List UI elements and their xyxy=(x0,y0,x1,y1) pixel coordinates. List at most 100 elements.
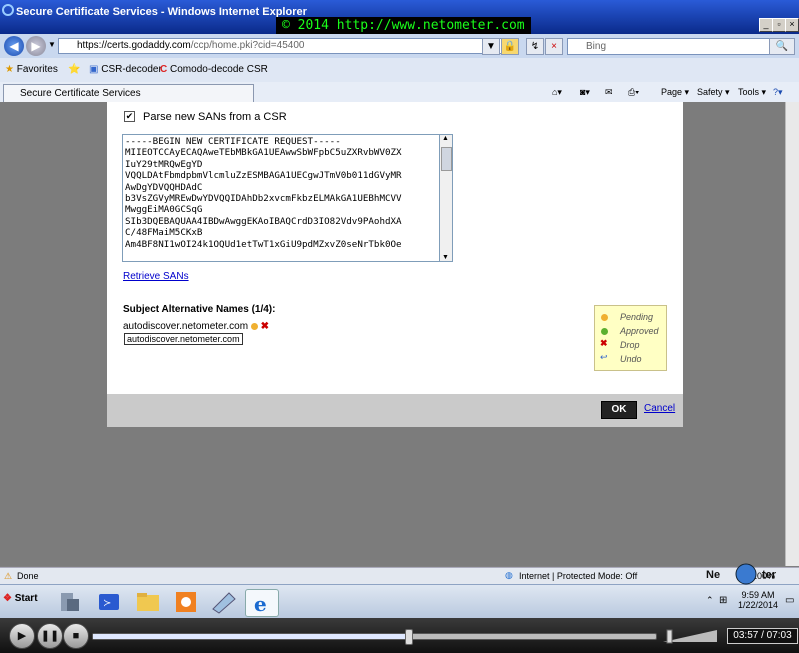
pause-button[interactable]: ❚❚ xyxy=(37,623,63,649)
undo-icon: ↩ xyxy=(600,352,608,362)
search-button[interactable]: 🔍 xyxy=(769,38,795,55)
favorite-comodo[interactable]: C Comodo-decode CSR xyxy=(160,64,268,75)
tab-row: Secure Certificate Services ⌂▾ ◙▾ ✉ ⎙▾ P… xyxy=(0,82,799,103)
favorite-csr-decoder[interactable]: ▣ CSR-decoder xyxy=(89,64,162,75)
forward-button[interactable]: ▶ xyxy=(26,36,46,56)
windows-logo-icon: ❖ xyxy=(3,593,12,604)
address-bar-row: ◀ ▶ ▼ https://certs.godaddy.com/ccp/home… xyxy=(0,34,799,58)
ie-logo-icon xyxy=(2,4,14,16)
taskbar: ❖ Start ≻ e ⌃ ⊞ 9:59 AM 1/22/2014 ▭ xyxy=(0,584,799,619)
favorites-bar: ★ Favorites ⭐ ▣ CSR-decoder C Comodo-dec… xyxy=(0,58,799,83)
retrieve-sans-link[interactable]: Retrieve SANs xyxy=(123,271,189,282)
svg-text:e: e xyxy=(254,592,267,616)
url-prefix: https://certs. xyxy=(77,40,132,51)
show-desktop-icon[interactable]: ▭ xyxy=(785,595,794,606)
add-favorite-icon[interactable]: ⭐ xyxy=(68,64,80,75)
home-icon[interactable]: ⌂▾ xyxy=(552,87,562,98)
play-button[interactable]: ▶ xyxy=(9,623,35,649)
seek-fill xyxy=(93,634,409,639)
status-legend: Pending Approved ✖ Drop ↩ Undo xyxy=(594,305,667,371)
close-window-button[interactable]: × xyxy=(785,18,799,32)
help-icon[interactable]: ?▾ xyxy=(773,87,783,98)
dialog-footer xyxy=(107,394,683,427)
tools-menu[interactable]: Tools ▾ xyxy=(738,87,766,98)
clock-date: 1/22/2014 xyxy=(737,600,779,610)
legend-undo: Undo xyxy=(620,354,642,364)
safety-menu[interactable]: Safety ▾ xyxy=(697,87,730,98)
restore-button[interactable]: ▫ xyxy=(772,18,786,32)
parse-csr-label: Parse new SANs from a CSR xyxy=(143,111,287,123)
pending-icon[interactable] xyxy=(250,322,258,330)
tab-secure-certificate-services[interactable]: Secure Certificate Services xyxy=(3,84,254,102)
svg-text:≻: ≻ xyxy=(103,598,111,609)
pending-icon xyxy=(601,314,608,321)
page-menu[interactable]: Page ▾ xyxy=(661,87,689,98)
mail-icon[interactable]: ✉ xyxy=(605,87,613,98)
internet-explorer-taskbar-icon[interactable]: e xyxy=(245,589,279,617)
url-path: /ccp/home.pki?cid=45400 xyxy=(190,40,305,51)
explorer-icon[interactable] xyxy=(132,589,164,615)
seek-bar[interactable] xyxy=(92,629,657,645)
stop-icon[interactable]: × xyxy=(545,38,563,55)
url-domain: godaddy.com xyxy=(131,40,191,51)
tray-expand-icon[interactable]: ⌃ xyxy=(706,595,714,606)
minimize-button[interactable]: _ xyxy=(759,18,773,32)
page-icon: ▣ xyxy=(89,64,99,75)
favorite-label: Comodo-decode CSR xyxy=(170,64,268,75)
powershell-icon[interactable]: ≻ xyxy=(93,589,125,615)
svg-text:ter: ter xyxy=(762,569,777,581)
compatibility-view-icon[interactable]: ↯ xyxy=(526,38,544,55)
ok-button[interactable]: OK xyxy=(601,401,637,419)
volume-slider[interactable] xyxy=(663,628,719,647)
netometer-logo: Ne ter xyxy=(706,560,786,591)
approved-icon xyxy=(601,328,608,335)
search-input[interactable]: Bing xyxy=(567,38,784,55)
back-button[interactable]: ◀ xyxy=(4,36,24,56)
address-dropdown-button[interactable]: ▼ xyxy=(482,38,500,55)
drop-icon[interactable]: ✖ xyxy=(261,321,269,332)
print-icon[interactable]: ⎙▾ xyxy=(628,87,639,98)
seek-handle[interactable] xyxy=(405,629,414,645)
drop-icon: ✖ xyxy=(600,338,608,348)
page-scrollbar[interactable] xyxy=(785,102,799,566)
status-bar: ⚠ Done ◍ Internet | Protected Mode: Off … xyxy=(0,567,799,585)
start-button[interactable]: ❖ Start xyxy=(3,593,38,604)
status-text: Done xyxy=(17,571,39,581)
legend-approved: Approved xyxy=(620,326,659,336)
svg-text:Ne: Ne xyxy=(706,569,720,581)
csr-scrollbar[interactable]: ▲ ▼ xyxy=(439,134,453,262)
time-display: 03:57 / 07:03 xyxy=(727,628,798,644)
stop-button[interactable]: ■ xyxy=(63,623,89,649)
legend-pending: Pending xyxy=(620,312,654,322)
csr-textarea[interactable]: -----BEGIN NEW CERTIFICATE REQUEST----- … xyxy=(122,134,444,262)
start-label: Start xyxy=(14,593,38,604)
legend-drop: Drop xyxy=(620,340,640,350)
document-icon[interactable] xyxy=(207,589,239,615)
san-entry: autodiscover.netometer.com ✖ xyxy=(123,321,269,332)
network-icon[interactable]: ⊞ xyxy=(719,595,727,606)
favorites-label: Favorites xyxy=(16,64,58,75)
app-icon[interactable] xyxy=(170,589,202,615)
window-title: Secure Certificate Services - Windows In… xyxy=(16,6,307,18)
clock[interactable]: 9:59 AM 1/22/2014 xyxy=(735,590,781,610)
san-entry-text: autodiscover.netometer.com xyxy=(123,321,249,332)
zone-text: Internet | Protected Mode: Off xyxy=(519,571,638,581)
clock-time: 9:59 AM xyxy=(741,590,775,600)
favorite-label: CSR-decoder xyxy=(101,64,162,75)
parse-csr-checkbox[interactable]: ✔ xyxy=(124,111,135,122)
server-manager-icon[interactable] xyxy=(53,589,85,615)
san-title: Subject Alternative Names (1/4): xyxy=(123,304,276,315)
cancel-link[interactable]: Cancel xyxy=(644,403,675,414)
san-tooltip: autodiscover.netometer.com xyxy=(124,333,243,345)
comodo-icon: C xyxy=(160,64,168,75)
history-dropdown-icon[interactable]: ▼ xyxy=(48,40,56,49)
warning-icon: ⚠ xyxy=(4,571,13,581)
watermark: © 2014 http://www.netometer.com xyxy=(276,17,531,34)
lock-icon[interactable]: 🔒 xyxy=(501,38,519,55)
favorites-button[interactable]: ★ Favorites xyxy=(5,64,58,75)
video-player-controls: ▶ ❚❚ ■ 03:57 / 07:03 xyxy=(0,618,799,653)
address-field[interactable]: https://certs.godaddy.com/ccp/home.pki?c… xyxy=(58,38,515,54)
feeds-icon[interactable]: ◙▾ xyxy=(580,87,590,98)
star-icon: ★ xyxy=(5,64,14,75)
globe-icon: ◍ xyxy=(505,570,513,580)
